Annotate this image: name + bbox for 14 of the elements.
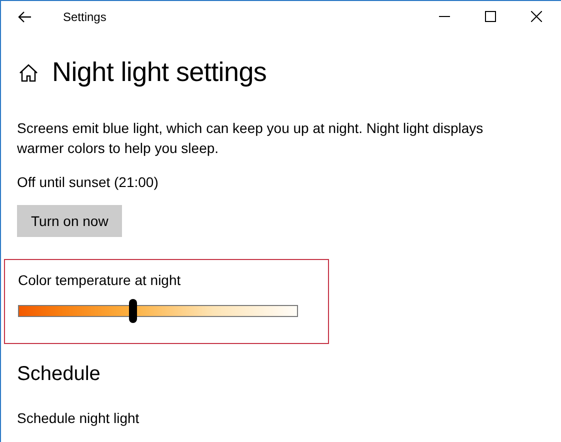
status-text: Off until sunset (21:00) [17, 174, 160, 190]
slider-label: Color temperature at night [18, 272, 182, 288]
color-temperature-slider[interactable] [18, 299, 298, 323]
turn-on-button[interactable]: Turn on now [17, 205, 122, 237]
maximize-icon[interactable] [485, 11, 496, 22]
schedule-label: Schedule night light [17, 410, 140, 426]
close-icon[interactable] [531, 11, 542, 22]
window-title: Settings [63, 10, 106, 24]
slider-thumb[interactable] [128, 299, 137, 323]
page-title: Night light settings [52, 57, 267, 88]
section-heading: Schedule [17, 363, 102, 386]
back-arrow-icon[interactable] [18, 10, 32, 22]
home-icon[interactable] [19, 64, 38, 82]
description-text: Screens emit blue light, which can keep you up at night. Night light displays warmer colors to help you sleep. [17, 119, 484, 158]
